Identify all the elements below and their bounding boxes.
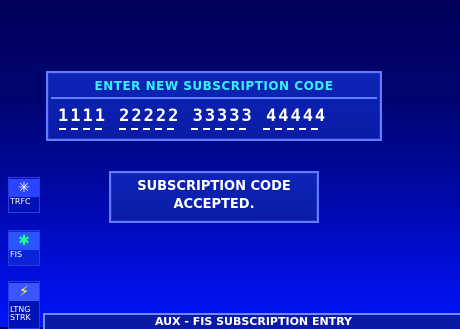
confirmation-message: SUBSCRIPTION CODE ACCEPTED. xyxy=(111,178,317,214)
sidebar-item-traffic[interactable]: ✳ TRFC xyxy=(8,177,40,213)
traffic-icon: ✳ xyxy=(9,179,39,197)
lightning-icon: ⚡ xyxy=(9,283,39,301)
code-entry-title: ENTER NEW SUBSCRIPTION CODE xyxy=(94,79,334,93)
sidebar-item-fis[interactable]: ✱ FIS xyxy=(8,230,40,266)
subscription-code-panel: ENTER NEW SUBSCRIPTION CODE 1111 22222 3… xyxy=(46,71,382,141)
subscription-code-field[interactable]: 1111 22222 33333 44444 xyxy=(58,106,327,126)
sidebar-item-label: FIS xyxy=(10,250,23,259)
sidebar-item-label: TRFC xyxy=(10,197,31,206)
message-line-2: ACCEPTED. xyxy=(173,197,255,212)
message-line-1: SUBSCRIPTION CODE xyxy=(137,179,291,194)
panel-divider xyxy=(51,97,377,99)
sidebar-item-lightning-strike[interactable]: ⚡ LTNG STRK xyxy=(8,281,40,329)
fis-weather-icon: ✱ xyxy=(9,232,39,250)
confirmation-message-box: SUBSCRIPTION CODE ACCEPTED. xyxy=(109,171,319,223)
sidebar-item-label: LTNG STRK xyxy=(10,305,31,322)
